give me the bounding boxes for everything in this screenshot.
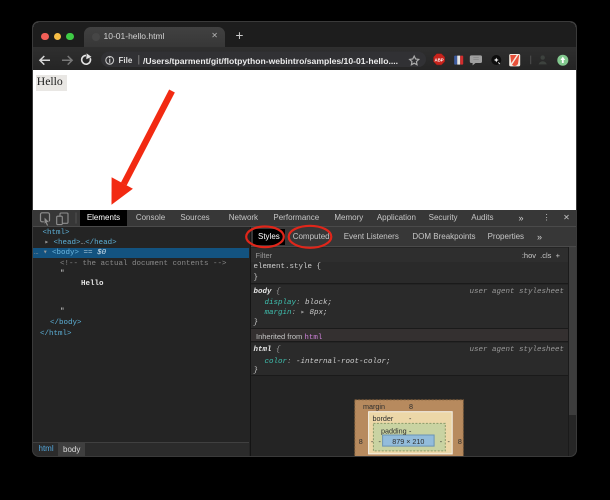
svg-text:8: 8 <box>359 437 363 446</box>
svg-text:margin: margin <box>363 402 385 411</box>
svg-text:8: 8 <box>458 437 462 446</box>
svg-text:padding: padding <box>381 426 407 435</box>
svg-text:879 × 210: 879 × 210 <box>392 437 424 446</box>
svg-text:8: 8 <box>409 402 413 411</box>
svg-text:ABP: ABP <box>434 57 443 62</box>
svg-text:border: border <box>373 414 394 423</box>
